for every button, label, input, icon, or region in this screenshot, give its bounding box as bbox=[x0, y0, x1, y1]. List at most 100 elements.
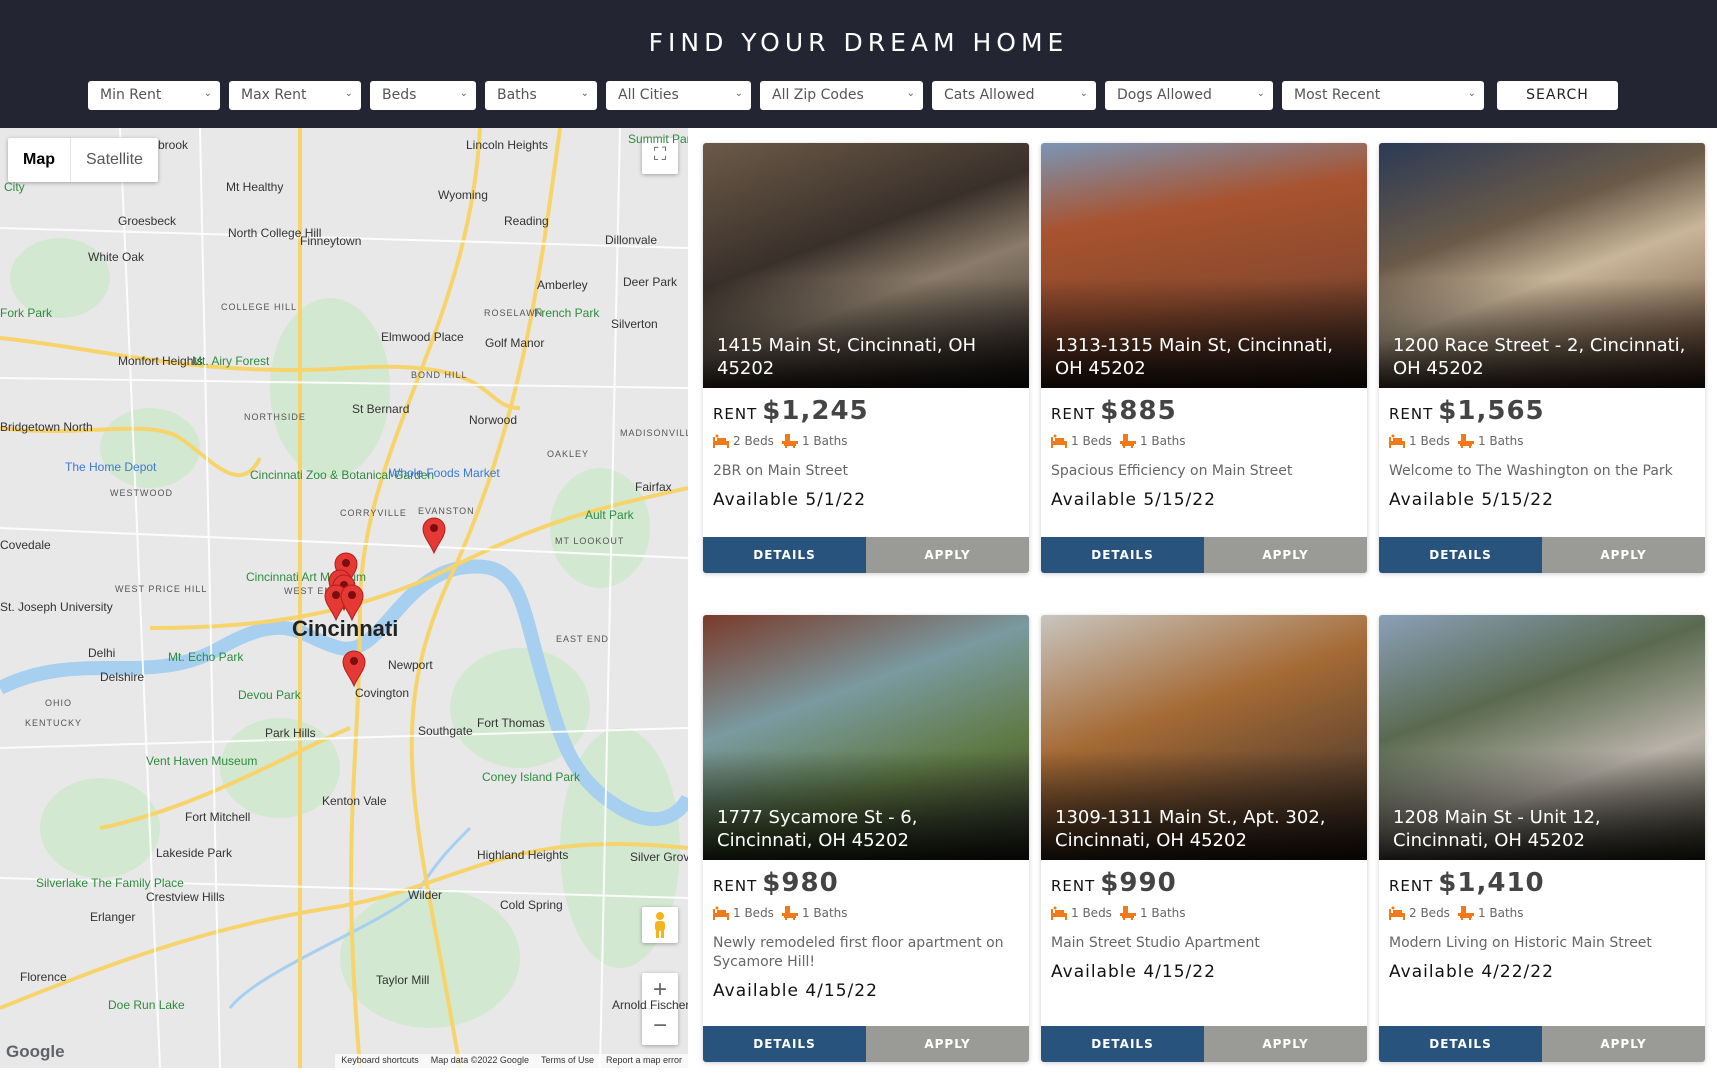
amenities-row: 1 Beds 1 Baths bbox=[713, 906, 1019, 920]
card-actions: DETAILS APPLY bbox=[703, 537, 1029, 573]
chevron-down-icon: ⌄ bbox=[1467, 88, 1476, 99]
listing-info: RENT $1,565 1 Beds 1 Baths Welcome to Th… bbox=[1379, 388, 1705, 510]
listing-photo[interactable]: 1200 Race Street - 2, Cincinnati, OH 452… bbox=[1379, 143, 1705, 388]
map-data-text: Map data ©2022 Google bbox=[430, 1055, 529, 1065]
listing-photo[interactable]: 1415 Main St, Cincinnati, OH 45202 bbox=[703, 143, 1029, 388]
listing-photo[interactable]: 1777 Sycamore St - 6, Cincinnati, OH 452… bbox=[703, 615, 1029, 860]
beds-count: 1 Beds bbox=[1409, 434, 1450, 448]
listing-description: Main Street Studio Apartment bbox=[1051, 935, 1260, 951]
map-pin-icon[interactable] bbox=[340, 584, 364, 622]
report-error-link[interactable]: Report a map error bbox=[606, 1055, 682, 1067]
listing-card: 1200 Race Street - 2, Cincinnati, OH 452… bbox=[1379, 143, 1705, 573]
bath-icon bbox=[1457, 906, 1474, 920]
sort-select[interactable]: Most Recent ⌄ bbox=[1282, 81, 1484, 110]
rent-label: RENT bbox=[1051, 877, 1096, 895]
beds-select[interactable]: Beds ⌄ bbox=[370, 81, 476, 110]
rent-row: RENT $1,245 bbox=[713, 396, 1019, 426]
max-rent-select[interactable]: Max Rent ⌄ bbox=[229, 81, 361, 110]
details-button[interactable]: DETAILS bbox=[703, 537, 866, 573]
beds-count: 1 Beds bbox=[1071, 906, 1112, 920]
apply-button[interactable]: APPLY bbox=[866, 537, 1029, 573]
baths-select[interactable]: Baths ⌄ bbox=[485, 81, 597, 110]
bed-icon bbox=[1389, 906, 1405, 920]
rent-value: $885 bbox=[1100, 396, 1177, 426]
availability-date: Available 5/15/22 bbox=[1051, 490, 1216, 510]
map-pin-icon[interactable] bbox=[342, 650, 366, 688]
details-button[interactable]: DETAILS bbox=[1041, 537, 1204, 573]
apply-button[interactable]: APPLY bbox=[1542, 1026, 1705, 1062]
rent-row: RENT $1,565 bbox=[1389, 396, 1695, 426]
details-button[interactable]: DETAILS bbox=[1041, 1026, 1204, 1062]
listing-address: 1313-1315 Main St, Cincinnati, OH 45202 bbox=[1055, 335, 1333, 379]
rent-label: RENT bbox=[1389, 877, 1434, 895]
select-value: Min Rent bbox=[100, 87, 162, 103]
beds-count: 1 Beds bbox=[733, 906, 774, 920]
listing-photo[interactable]: 1313-1315 Main St, Cincinnati, OH 45202 bbox=[1041, 143, 1367, 388]
apply-button[interactable]: APPLY bbox=[866, 1026, 1029, 1062]
bed-icon bbox=[1051, 434, 1067, 448]
min-rent-select[interactable]: Min Rent ⌄ bbox=[88, 81, 220, 110]
listing-address: 1208 Main St - Unit 12, Cincinnati, OH 4… bbox=[1393, 807, 1601, 851]
apply-button[interactable]: APPLY bbox=[1542, 537, 1705, 573]
availability-date: Available 4/22/22 bbox=[1389, 962, 1554, 982]
search-button[interactable]: SEARCH bbox=[1497, 81, 1618, 110]
cats-select[interactable]: Cats Allowed ⌄ bbox=[932, 81, 1096, 110]
amenities-row: 2 Beds 1 Baths bbox=[713, 434, 1019, 448]
dogs-select[interactable]: Dogs Allowed ⌄ bbox=[1105, 81, 1273, 110]
rent-row: RENT $980 bbox=[713, 868, 1019, 898]
map-pin-icon[interactable] bbox=[422, 517, 446, 555]
keyboard-shortcuts-link[interactable]: Keyboard shortcuts bbox=[341, 1055, 419, 1067]
select-value: Dogs Allowed bbox=[1117, 87, 1212, 103]
bed-icon bbox=[713, 434, 729, 448]
page-title: FIND YOUR DREAM HOME bbox=[648, 28, 1069, 57]
listing-info: RENT $1,410 2 Beds 1 Baths Modern Living… bbox=[1379, 860, 1705, 982]
rent-row: RENT $885 bbox=[1051, 396, 1357, 426]
listing-description: 2BR on Main Street bbox=[713, 463, 848, 479]
rent-label: RENT bbox=[713, 405, 758, 423]
rent-label: RENT bbox=[1051, 405, 1096, 423]
select-value: Most Recent bbox=[1294, 87, 1381, 103]
google-logo: Google bbox=[6, 1042, 65, 1061]
rent-row: RENT $990 bbox=[1051, 868, 1357, 898]
availability-date: Available 4/15/22 bbox=[713, 981, 878, 1001]
rent-value: $1,410 bbox=[1438, 868, 1545, 898]
details-button[interactable]: DETAILS bbox=[703, 1026, 866, 1062]
header: FIND YOUR DREAM HOME Min Rent ⌄ Max Rent ⌄… bbox=[0, 0, 1717, 128]
apply-button[interactable]: APPLY bbox=[1204, 1026, 1367, 1062]
cities-select[interactable]: All Cities ⌄ bbox=[606, 81, 751, 110]
amenities-row: 1 Beds 1 Baths bbox=[1051, 434, 1357, 448]
rent-label: RENT bbox=[713, 877, 758, 895]
listing-address: 1309-1311 Main St., Apt. 302, Cincinnati… bbox=[1055, 807, 1326, 851]
listing-description: Newly remodeled first floor apartment on… bbox=[713, 935, 1004, 970]
bath-icon bbox=[781, 906, 798, 920]
details-button[interactable]: DETAILS bbox=[1379, 1026, 1542, 1062]
rent-value: $980 bbox=[762, 868, 839, 898]
select-value: All Zip Codes bbox=[772, 87, 864, 103]
zip-codes-select[interactable]: All Zip Codes ⌄ bbox=[760, 81, 923, 110]
listing-description: Welcome to The Washington on the Park bbox=[1389, 463, 1673, 479]
baths-count: 1 Baths bbox=[1139, 906, 1186, 920]
select-value: Baths bbox=[497, 87, 537, 103]
listing-info: RENT $1,245 2 Beds 1 Baths 2BR on Main S… bbox=[703, 388, 1029, 510]
apply-button[interactable]: APPLY bbox=[1204, 537, 1367, 573]
listing-photo[interactable]: 1208 Main St - Unit 12, Cincinnati, OH 4… bbox=[1379, 615, 1705, 860]
rent-value: $1,245 bbox=[762, 396, 869, 426]
listing-address: 1200 Race Street - 2, Cincinnati, OH 452… bbox=[1393, 335, 1686, 379]
details-button[interactable]: DETAILS bbox=[1379, 537, 1542, 573]
bed-icon bbox=[1389, 434, 1405, 448]
terms-link[interactable]: Terms of Use bbox=[541, 1055, 594, 1067]
chevron-down-icon: ⌄ bbox=[734, 88, 743, 99]
beds-count: 2 Beds bbox=[733, 434, 774, 448]
listing-photo[interactable]: 1309-1311 Main St., Apt. 302, Cincinnati… bbox=[1041, 615, 1367, 860]
select-value: Max Rent bbox=[241, 87, 307, 103]
listing-info: RENT $980 1 Beds 1 Baths Newly remodeled… bbox=[703, 860, 1029, 1001]
bed-icon bbox=[1051, 906, 1067, 920]
select-value: All Cities bbox=[618, 87, 679, 103]
listing-address: 1415 Main St, Cincinnati, OH 45202 bbox=[717, 335, 977, 379]
select-value: Cats Allowed bbox=[944, 87, 1035, 103]
listing-description: Modern Living on Historic Main Street bbox=[1389, 935, 1652, 951]
map-pins bbox=[324, 517, 446, 688]
map[interactable]: Map Satellite ⛶ + − brook Lincoln Heights… bbox=[0, 128, 688, 1068]
bath-icon bbox=[1119, 434, 1136, 448]
amenities-row: 1 Beds 1 Baths bbox=[1389, 434, 1695, 448]
